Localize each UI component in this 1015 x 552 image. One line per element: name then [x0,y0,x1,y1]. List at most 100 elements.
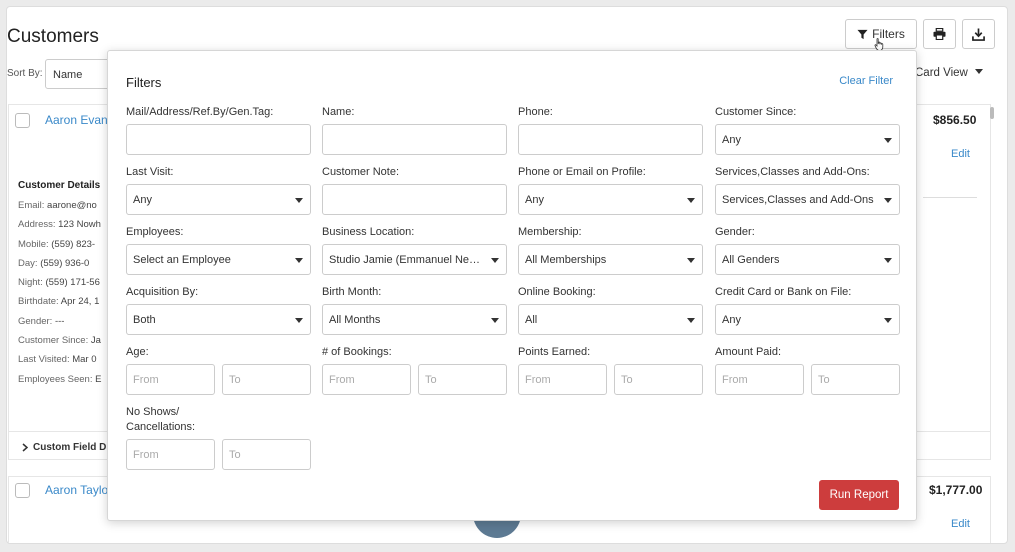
filter-label: Credit Card or Bank on File: [715,286,852,298]
customer-checkbox[interactable] [15,483,30,498]
card-on-file-select[interactable]: Any [715,304,900,335]
filter-icon [857,29,868,39]
sort-by-label: Sort By: [7,68,43,79]
filter-customer-note: Customer Note: [322,165,507,215]
filter-label: Business Location: [322,226,415,238]
chevron-down-icon [491,318,499,323]
filter-label: Age: [126,346,149,358]
services-select[interactable]: Services,Classes and Add-Ons [715,184,900,215]
filter-label: Mail/Address/Ref.By/Gen.Tag: [126,106,274,118]
filter-birth-month: Birth Month: All Months [322,285,507,335]
filter-acquisition-by: Acquisition By: Both [126,285,311,335]
filter-label: No Shows/Cancellations: [126,406,196,433]
filter-points: Points Earned: From To [518,345,703,395]
age-to-input[interactable]: To [222,364,311,395]
filter-online-booking: Online Booking: All [518,285,703,335]
filter-label: Employees: [126,226,184,238]
custom-fields-label: Custom Field D [33,442,107,453]
filter-no-shows: No Shows/Cancellations: From To [126,405,311,470]
filter-amount-paid: Amount Paid: From To [715,345,900,395]
customer-since-select[interactable]: Any [715,124,900,155]
business-location-select[interactable]: Studio Jamie (Emmanuel Nevar... [322,244,507,275]
detail-row: Address: 123 Nowh [18,219,101,231]
filter-label: Phone or Email on Profile: [518,166,646,178]
chevron-down-icon [884,258,892,263]
detail-row: Day: (559) 936-0 [18,257,90,269]
chevron-down-icon [884,318,892,323]
last-visit-select[interactable]: Any [126,184,311,215]
points-from-input[interactable]: From [518,364,607,395]
print-button[interactable] [923,19,956,49]
gender-select[interactable]: All Genders [715,244,900,275]
mail-address-input[interactable] [126,124,311,155]
customer-checkbox[interactable] [15,113,30,128]
no-shows-from-input[interactable]: From [126,439,215,470]
detail-row: Email: aarone@no [18,200,97,211]
filter-label: Membership: [518,226,582,238]
chevron-down-icon [975,69,983,74]
no-shows-to-input[interactable]: To [222,439,311,470]
download-button[interactable] [962,19,995,49]
sort-by-select[interactable]: Name [45,59,115,89]
detail-row: Night: (559) 171-56 [18,277,100,289]
detail-row: Last Visited: Mar 0 [18,354,97,366]
points-to-input[interactable]: To [614,364,703,395]
clear-filter-link[interactable]: Clear Filter [839,75,893,87]
name-input[interactable] [322,124,507,155]
filter-label: Amount Paid: [715,346,782,358]
customer-edit-link[interactable]: Edit [951,148,970,160]
customers-page: Customers Filters Sort By: Name Card Vie… [6,6,1008,544]
filter-label: Services,Classes and Add-Ons: [715,166,870,178]
bookings-to-input[interactable]: To [418,364,507,395]
filter-employees: Employees: Select an Employee [126,225,311,275]
filter-membership: Membership: All Memberships [518,225,703,275]
phone-email-profile-select[interactable]: Any [518,184,703,215]
filter-label: Name: [322,106,355,118]
customer-note-input[interactable] [322,184,507,215]
detail-row: Employees Seen: E [18,373,102,385]
chevron-down-icon [295,318,303,323]
filter-gender: Gender: All Genders [715,225,900,275]
filter-label: Acquisition By: [126,286,199,298]
amount-paid-to-input[interactable]: To [811,364,900,395]
customer-name-link[interactable]: Aaron Taylo [45,483,108,497]
filter-mail: Mail/Address/Ref.By/Gen.Tag: [126,105,311,155]
filter-label: Last Visit: [126,166,174,178]
filter-label: Online Booking: [518,286,596,298]
filter-last-visit: Last Visit: Any [126,165,311,215]
age-from-input[interactable]: From [126,364,215,395]
filter-label: # of Bookings: [322,346,392,358]
run-report-button[interactable]: Run Report [819,480,899,510]
filter-phone-email-profile: Phone or Email on Profile: Any [518,165,703,215]
customer-name-link[interactable]: Aaron Evan [45,113,108,127]
chevron-down-icon [687,198,695,203]
membership-select[interactable]: All Memberships [518,244,703,275]
chevron-down-icon [491,258,499,263]
chevron-down-icon [884,138,892,143]
acquisition-by-select[interactable]: Both [126,304,311,335]
customer-amount: $1,777.00 [929,483,983,497]
detail-row: Mobile: (559) 823- [18,238,96,250]
chevron-down-icon [884,198,892,203]
view-select[interactable]: Card View [915,67,968,79]
filter-label: Customer Note: [322,166,400,178]
amount-paid-from-input[interactable]: From [715,364,804,395]
divider [923,197,977,198]
customer-edit-link[interactable]: Edit [951,518,970,530]
chevron-down-icon [295,198,303,203]
filter-business-location: Business Location: Studio Jamie (Emmanue… [322,225,507,275]
page-title: Customers [7,26,99,47]
bookings-from-input[interactable]: From [322,364,411,395]
detail-row: Birthdate: Apr 24, 1 [18,296,100,308]
filter-label: Birth Month: [322,286,382,298]
filter-label: Points Earned: [518,346,591,358]
birth-month-select[interactable]: All Months [322,304,507,335]
phone-input[interactable] [518,124,703,155]
online-booking-select[interactable]: All [518,304,703,335]
scrollbar[interactable] [990,107,994,119]
chevron-down-icon [687,318,695,323]
filter-phone: Phone: [518,105,703,155]
customer-details: Customer Details Email: aarone@no Addres… [18,180,101,393]
filter-bookings: # of Bookings: From To [322,345,507,395]
employees-select[interactable]: Select an Employee [126,244,311,275]
